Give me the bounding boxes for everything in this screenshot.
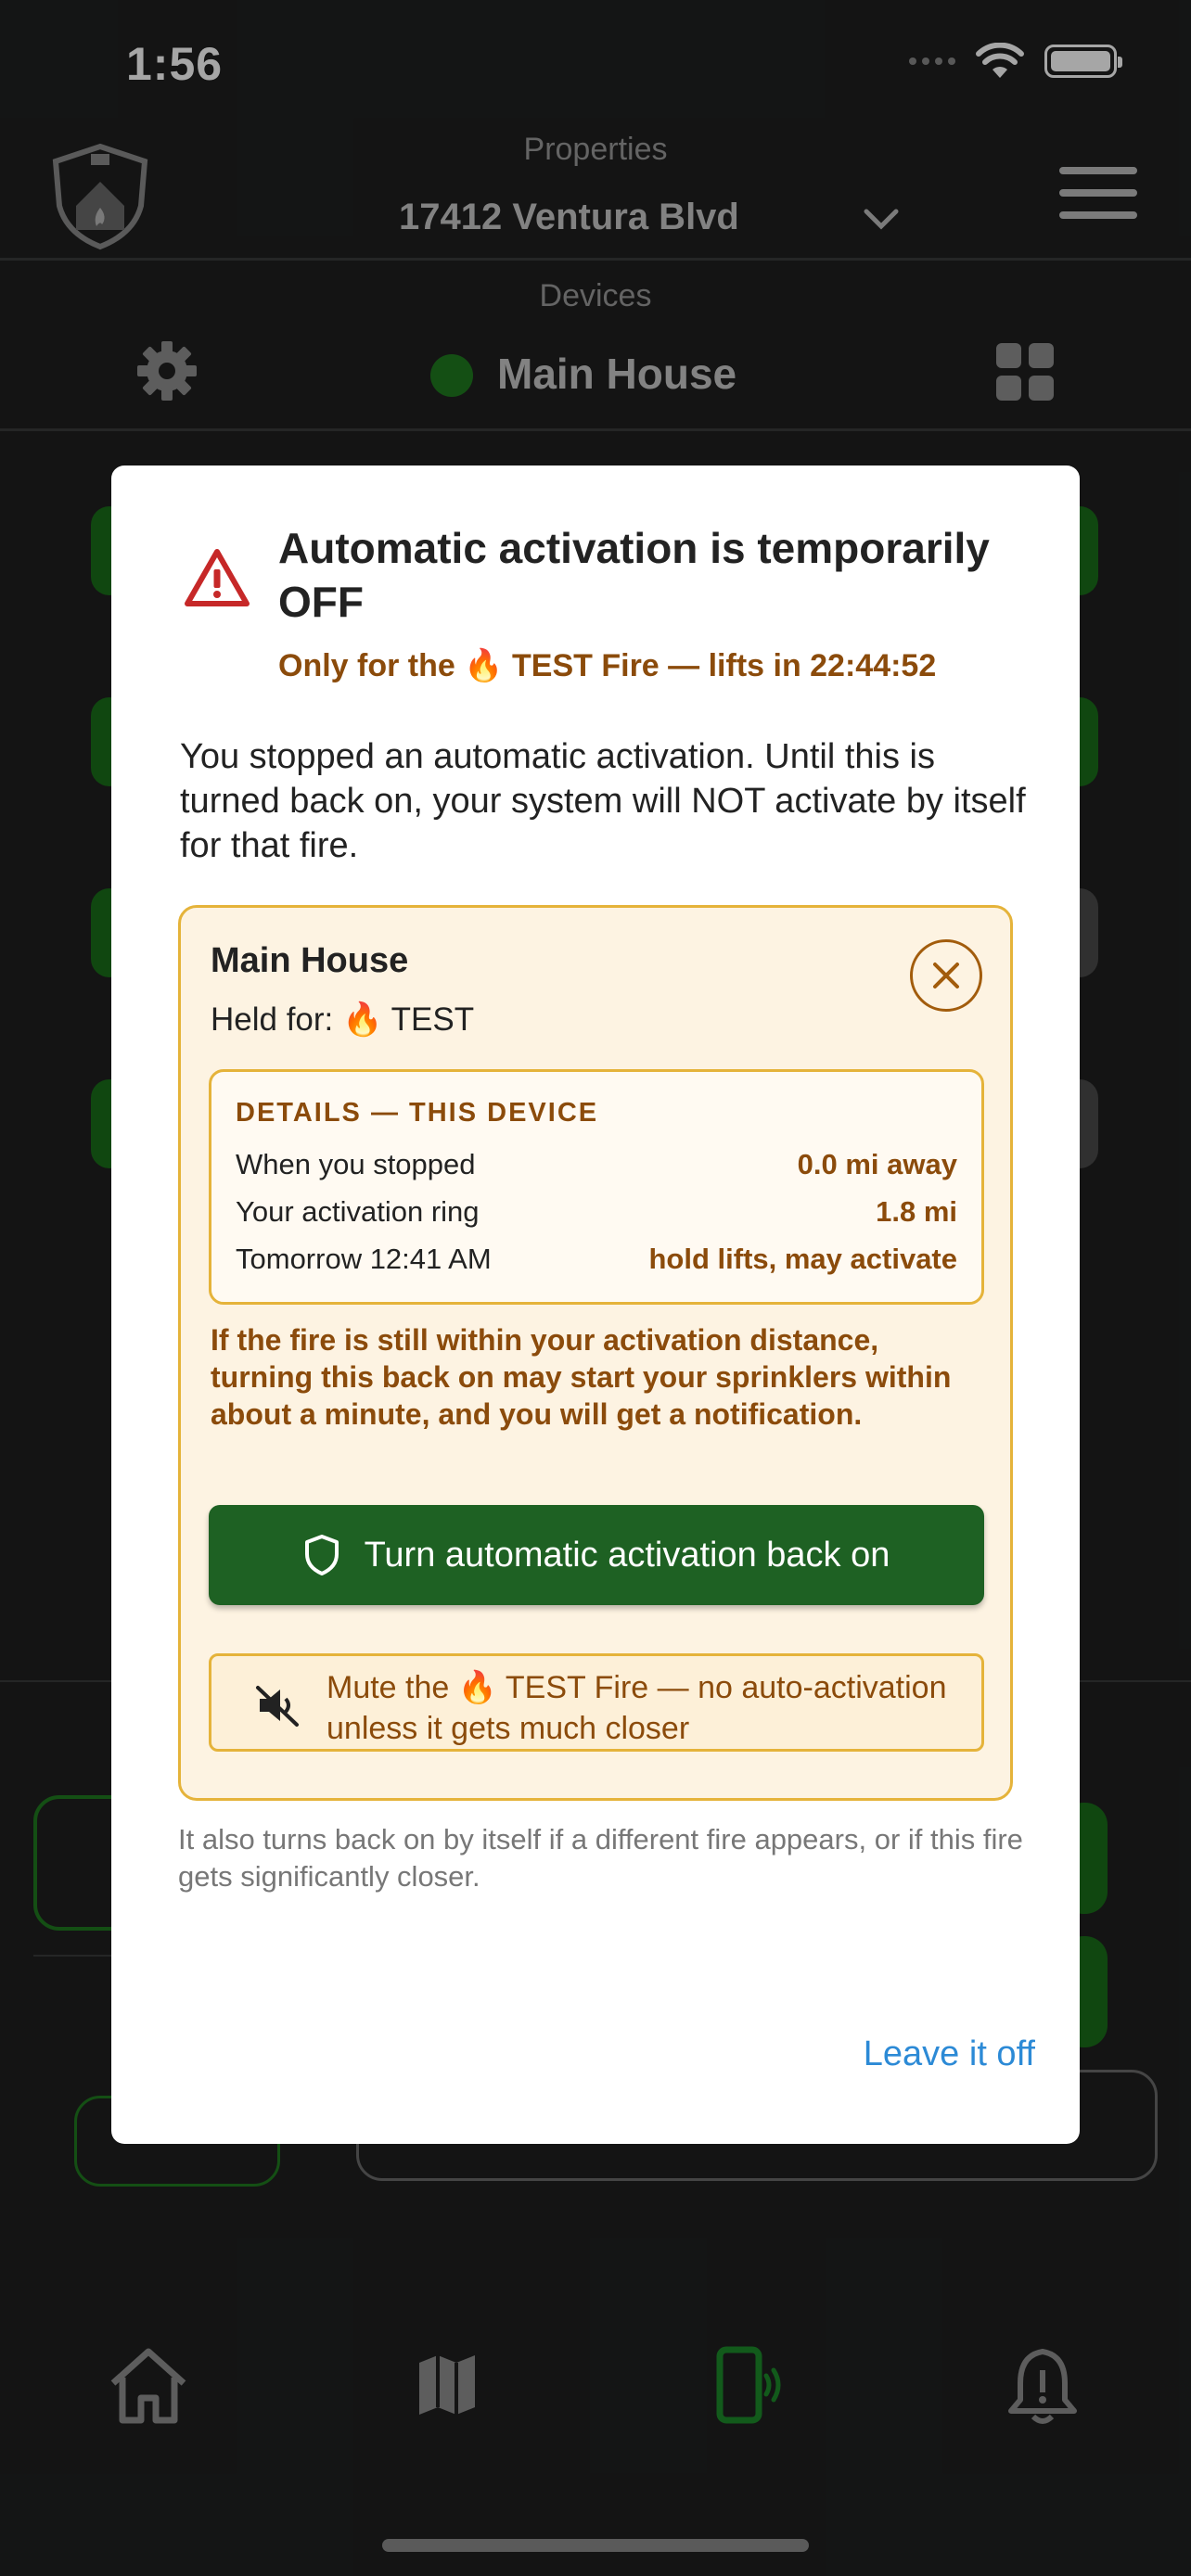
card-held-for: Held for: 🔥 TEST [211,1001,475,1038]
dialog-description: You stopped an automatic activation. Unt… [180,737,1026,865]
details-box: DETAILS — THIS DEVICE When you stopped 0… [209,1069,984,1305]
turn-back-on-button[interactable]: Turn automatic activation back on [209,1505,984,1605]
details-key: Your activation ring [236,1195,480,1228]
device-hold-card: Main House Held for: 🔥 TEST DETAILS — TH… [178,905,1013,1801]
turn-back-on-label: Turn automatic activation back on [364,1535,890,1575]
details-row: Your activation ring 1.8 mi [236,1195,957,1236]
details-key: Tomorrow 12:41 AM [236,1243,492,1275]
details-row: When you stopped 0.0 mi away [236,1148,957,1189]
details-key: When you stopped [236,1148,476,1180]
details-heading: DETAILS — THIS DEVICE [236,1098,599,1128]
details-value: 1.8 mi [876,1195,957,1228]
details-row: Tomorrow 12:41 AM hold lifts, may activa… [236,1243,957,1283]
shield-icon [304,1535,339,1575]
leave-it-off-button[interactable]: Leave it off [864,2034,1035,2074]
mute-fire-button[interactable]: Mute the 🔥 TEST Fire — no auto-activatio… [209,1653,984,1752]
warning-triangle-icon [185,549,250,606]
details-value: 0.0 mi away [797,1148,957,1180]
dialog-subtitle: Only for the 🔥 TEST Fire — lifts in 22:4… [278,648,937,683]
volume-off-icon [256,1686,299,1727]
dialog-footnote: It also turns back on by itself if a dif… [178,1823,1023,1893]
card-device-name: Main House [211,941,409,980]
dialog-title: Automatic activation is temporarily OFF [278,524,990,626]
auto-activation-off-dialog: Automatic activation is temporarily OFF … [111,465,1080,2144]
details-value: hold lifts, may activate [648,1243,958,1275]
mute-fire-label: Mute the 🔥 TEST Fire — no auto-activatio… [327,1670,947,1746]
close-icon[interactable] [910,939,982,1012]
reactivation-warning: If the fire is still within your activat… [211,1323,952,1431]
